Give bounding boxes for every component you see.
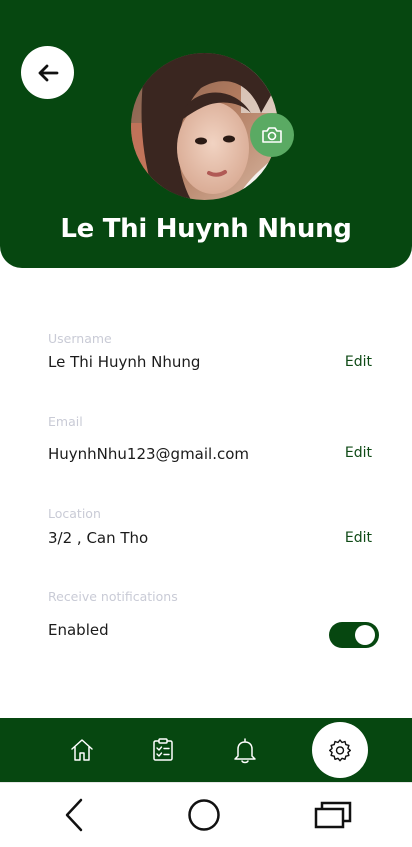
bell-icon [234, 738, 256, 764]
nav-home[interactable] [56, 724, 108, 776]
profile-name: Le Thi Huynh Nhung [60, 214, 352, 244]
email-field: Email HuynhNhu123@gmail.com Edit [48, 414, 378, 474]
profile-screen: Le Thi Huynh Nhung Username Le Thi Huynh… [0, 0, 412, 847]
edit-username-button[interactable]: Edit [345, 354, 372, 370]
nav-settings[interactable] [312, 722, 368, 778]
camera-icon [262, 127, 282, 143]
system-home-button[interactable] [184, 797, 224, 833]
gear-icon [329, 739, 351, 762]
notifications-status: Enabled [48, 621, 109, 639]
username-label: Username [48, 331, 112, 346]
arrow-left-icon [38, 64, 58, 81]
back-chevron-icon [65, 798, 83, 832]
notifications-toggle[interactable] [329, 622, 379, 648]
username-field: Username Le Thi Huynh Nhung Edit [48, 331, 378, 381]
bottom-nav [0, 718, 412, 782]
home-circle-icon [188, 799, 220, 831]
location-label: Location [48, 506, 101, 521]
clipboard-icon [153, 738, 173, 761]
notifications-label: Receive notifications [48, 589, 178, 604]
toggle-knob [355, 625, 375, 645]
change-photo-button[interactable] [250, 113, 294, 157]
profile-header: Le Thi Huynh Nhung [0, 0, 412, 268]
email-value: HuynhNhu123@gmail.com [48, 445, 250, 463]
recents-icon [314, 801, 352, 829]
system-nav-bar [0, 782, 412, 847]
username-value: Le Thi Huynh Nhung [48, 353, 201, 371]
home-icon [71, 739, 93, 761]
system-recents-button[interactable] [313, 797, 353, 833]
nav-notifications[interactable] [219, 724, 271, 776]
edit-email-button[interactable]: Edit [345, 445, 372, 461]
location-value: 3/2 , Can Tho [48, 529, 149, 547]
nav-tasks[interactable] [137, 724, 189, 776]
system-back-button[interactable] [54, 797, 94, 833]
email-label: Email [48, 414, 83, 429]
edit-location-button[interactable]: Edit [345, 530, 372, 546]
notifications-field: Receive notifications Enabled [48, 589, 379, 653]
back-button[interactable] [21, 46, 74, 99]
location-field: Location 3/2 , Can Tho Edit [48, 506, 378, 556]
